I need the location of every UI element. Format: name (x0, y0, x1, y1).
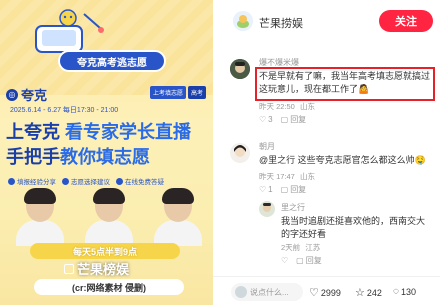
comment-meta: 2天前 江苏 (281, 242, 320, 253)
check-icon (62, 177, 69, 185)
host-photo (14, 188, 66, 246)
collect-total: 242 (366, 287, 382, 298)
comment-icon: ▢ (280, 185, 289, 194)
check-icon (8, 177, 15, 185)
comment-input[interactable]: 说点什么... (231, 283, 303, 301)
feature-item: 填报经验分享 (8, 176, 56, 186)
heart-icon: ♡ (281, 256, 289, 265)
reply-label: 回复 (290, 185, 307, 194)
comment-avatar[interactable] (230, 143, 250, 163)
author-bar: 芒果捞娱 关注 (213, 0, 440, 42)
comment-location: 山东 (299, 172, 315, 181)
author-avatar[interactable] (233, 11, 253, 31)
check-icon (116, 177, 123, 185)
reply-button[interactable]: ▢ 回复 (296, 255, 322, 266)
heart-icon: ♡ (259, 115, 267, 124)
collect-stat[interactable]: ☆ 242 (355, 286, 382, 299)
like-button[interactable]: ♡ (281, 256, 288, 265)
reply-label: 回复 (305, 256, 322, 265)
kuake-logo: ◎ 夸克 (6, 85, 47, 104)
heart-icon: ♡ (309, 287, 319, 299)
reply-label: 回复 (290, 115, 307, 124)
post-image[interactable]: 夸克高考逃志愿 ◎ 夸克 上考填志愿 高考 2025.6.14 - 6.27 每… (0, 0, 213, 305)
comment-time: 2天前 (281, 243, 301, 252)
date-line: 2025.6.14 - 6.27 每日17:30 - 21:00 (10, 107, 119, 114)
comment-icon: ▢ (296, 256, 304, 265)
comment-username[interactable]: 里之行 (281, 202, 305, 213)
like-count: 3 (268, 115, 273, 124)
like-button[interactable]: ♡ 3 (259, 115, 273, 124)
comment-avatar[interactable] (230, 59, 250, 79)
headline-1: 上夸克 看专家学长直播 (6, 118, 213, 144)
like-total: 2999 (320, 287, 341, 298)
author-avatar-image (233, 11, 253, 31)
comment-location: 山东 (299, 102, 315, 111)
reply-button[interactable]: ▢ 回复 (281, 114, 307, 125)
feature-item: 在线免费答疑 (116, 176, 164, 186)
headline-2-highlight: 教你填志愿 (60, 147, 150, 167)
comment-time: 昨天 22:50 (259, 102, 295, 111)
like-count: 1 (268, 185, 273, 194)
like-button[interactable]: ♡ 1 (259, 185, 273, 194)
comment-actions: ♡ 1 ▢ 回复 (259, 184, 306, 195)
comment-text: @里之行 这些夸克志愿官怎么都这么帅🤤 (259, 155, 426, 165)
comment-bubble-icon: ◌ (393, 286, 399, 297)
watermark-icon (64, 263, 74, 274)
reply-button[interactable]: ▢ 回复 (281, 184, 307, 195)
avatar-image (230, 143, 250, 163)
tag: 上考填志愿 (150, 86, 187, 99)
comment-stat[interactable]: ◌ 130 (393, 286, 416, 297)
post-detail-panel: 芒果捞娱 关注 爆不爆米爆 不是早就有了嘛，我当年高考填志愿就搞过这玩意儿，现在… (213, 0, 440, 305)
host-photo (83, 188, 135, 246)
watermark: 芒果榜娱 (64, 259, 129, 278)
feature-label: 志愿选择建议 (71, 179, 110, 186)
headline-1-pre: 上夸克 (6, 122, 66, 142)
comment-location: 江苏 (305, 243, 321, 252)
headline-2-pre: 手把手 (6, 147, 60, 167)
credit-note: (cr:网络素材 侵删) (34, 279, 184, 295)
tag-row: 上考填志愿 高考 (150, 86, 207, 99)
host-photos (14, 188, 204, 246)
avatar-image (230, 59, 250, 79)
feature-label: 填报经验分享 (17, 179, 56, 186)
headline-2: 手把手教你填志愿 (6, 143, 213, 169)
tag: 高考 (188, 86, 207, 99)
author-name[interactable]: 芒果捞娱 (259, 15, 303, 31)
comment-text: 不是早就有了嘛，我当年高考填志愿就搞过这玩意儿，现在都工作了🤷 (259, 71, 431, 94)
feature-list: 填报经验分享 志愿选择建议 在线免费答疑 (8, 176, 164, 186)
bottom-action-bar: 说点什么... ♡ 2999 ☆ 242 ◌ 130 (213, 276, 440, 305)
comment-username[interactable]: 朝月 (259, 141, 275, 152)
host-photo (152, 188, 204, 246)
reply-avatar[interactable] (259, 201, 275, 217)
comment-total: 130 (400, 286, 416, 297)
headline-1-highlight: 看专家学长直播 (65, 122, 192, 142)
my-avatar (235, 286, 247, 298)
comment-meta: 昨天 17:47 山东 (259, 171, 315, 182)
comment-icon: ▢ (280, 115, 289, 124)
comment-input-placeholder: 说点什么... (250, 287, 289, 297)
comment-meta: 昨天 22:50 山东 (259, 101, 315, 112)
slogan-pill: 夸克高考逃志愿 (58, 50, 166, 72)
kuake-logo-icon: ◎ (6, 88, 18, 101)
follow-button[interactable]: 关注 (379, 10, 433, 32)
like-stat[interactable]: ♡ 2999 (309, 286, 341, 299)
feature-label: 在线免费答疑 (125, 179, 164, 186)
heart-icon: ♡ (259, 185, 267, 194)
comment-text: 我当时追剧还挺喜欢他的，西南交大的字还好看 (281, 216, 426, 239)
comment-actions: ♡ ▢ 回复 (281, 255, 322, 266)
comment-actions: ♡ 3 ▢ 回复 (259, 114, 306, 125)
comment-time: 昨天 17:47 (259, 172, 295, 181)
brand-name: 夸克 (21, 88, 48, 103)
star-icon: ☆ (355, 287, 365, 299)
feature-item: 志愿选择建议 (62, 176, 110, 186)
time-banner: 每天5点半到9点 (30, 243, 180, 259)
watermark-text: 芒果榜娱 (77, 262, 130, 277)
avatar-image (259, 201, 275, 217)
